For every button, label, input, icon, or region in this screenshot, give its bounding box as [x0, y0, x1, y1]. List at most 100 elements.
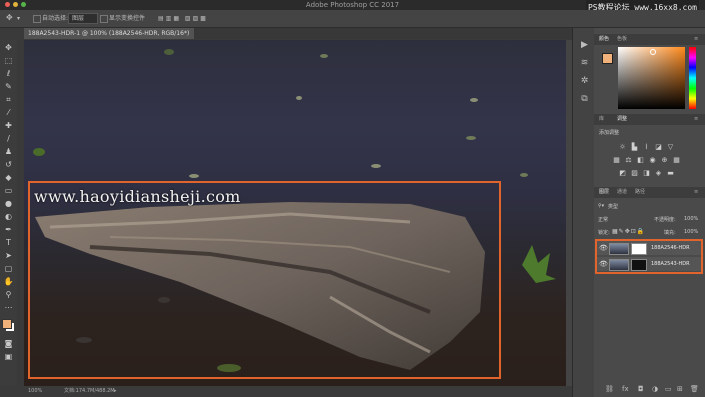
- brightness-icon[interactable]: ☼: [618, 143, 627, 151]
- type-icon[interactable]: T: [2, 237, 15, 248]
- panel-foreground-swatch[interactable]: [602, 53, 613, 64]
- history-brush-icon[interactable]: ↺: [2, 159, 15, 170]
- leaf-debris: [296, 96, 302, 100]
- posterize-icon[interactable]: ▨: [630, 169, 639, 177]
- dropdown-arrow-icon[interactable]: ▾: [17, 14, 20, 23]
- show-transform-label: 显示变换控件: [109, 15, 146, 22]
- threshold-icon[interactable]: ◨: [642, 169, 651, 177]
- marquee-icon[interactable]: ⬚: [2, 55, 15, 66]
- document-info: 文档:174.7M/488.2M: [64, 388, 115, 394]
- opacity-value[interactable]: 100%: [684, 216, 698, 222]
- eyedropper-icon[interactable]: ⁄: [2, 107, 15, 118]
- quick-mask-icon[interactable]: ◙: [2, 338, 15, 349]
- hue-sat-icon[interactable]: ▦: [612, 156, 621, 164]
- healing-icon[interactable]: ✚: [2, 120, 15, 131]
- foreground-color-swatch[interactable]: [2, 319, 12, 329]
- lasso-icon[interactable]: ℓ: [2, 68, 15, 79]
- fill-label: 填充:: [664, 230, 676, 236]
- clone-source-icon[interactable]: ⧉: [579, 94, 590, 105]
- kind-filter[interactable]: 类型: [608, 203, 618, 210]
- curves-icon[interactable]: ⌇: [642, 143, 651, 151]
- panel-menu-icon[interactable]: ≡: [694, 187, 698, 198]
- shape-icon[interactable]: ▢: [2, 263, 15, 274]
- new-layer-icon[interactable]: ⊞: [677, 385, 683, 393]
- gradient-map-icon[interactable]: ▬: [666, 169, 675, 177]
- add-mask-icon[interactable]: ◘: [638, 385, 644, 393]
- panel-menu-icon[interactable]: ≡: [694, 34, 698, 45]
- link-layers-icon[interactable]: ⛓: [605, 385, 614, 393]
- green-plant: [522, 245, 556, 283]
- zoom-icon[interactable]: ⚲: [2, 289, 15, 300]
- kind-filter-icon[interactable]: ⚲▾: [598, 203, 604, 209]
- tab-channels[interactable]: 通道: [617, 187, 627, 198]
- auto-select-dropdown[interactable]: 图层: [68, 13, 98, 24]
- leaf-debris: [320, 54, 328, 58]
- properties-icon[interactable]: ✲: [579, 76, 590, 87]
- lock-icons[interactable]: ▦✎✥⊡🔒: [612, 228, 645, 235]
- opacity-label: 不透明度:: [654, 217, 676, 223]
- layers-highlight-box: [595, 239, 703, 274]
- new-group-icon[interactable]: ▭: [665, 385, 672, 393]
- canvas-watermark: www.haoyidiansheji.com: [34, 187, 241, 206]
- leaf-debris: [466, 136, 476, 140]
- leaf-debris: [189, 174, 199, 178]
- more-tools-icon[interactable]: ⋯: [2, 302, 15, 313]
- tab-color[interactable]: 颜色: [599, 34, 609, 45]
- selective-color-icon[interactable]: ◈: [654, 169, 663, 177]
- auto-select-checkbox[interactable]: [33, 15, 41, 23]
- brush-icon[interactable]: /: [2, 133, 15, 144]
- tab-adjustments[interactable]: 调整: [617, 114, 627, 125]
- path-select-icon[interactable]: ➤: [2, 250, 15, 261]
- align-buttons[interactable]: ▤▥▦ ▧▨▩: [158, 14, 208, 23]
- hand-icon[interactable]: ✋: [2, 276, 15, 287]
- panel-menu-icon[interactable]: ≡: [694, 114, 698, 125]
- plant-sprout: [33, 148, 45, 156]
- selection-highlight-box: [28, 181, 501, 379]
- channel-mixer-icon[interactable]: ⊕: [660, 156, 669, 164]
- brush-settings-icon[interactable]: ≋: [579, 58, 590, 69]
- screen-mode-icon[interactable]: ▣: [2, 351, 15, 362]
- invert-icon[interactable]: ◩: [618, 169, 627, 177]
- color-balance-icon[interactable]: ⚖: [624, 156, 633, 164]
- add-adjustment-title: 添加调整: [599, 130, 620, 136]
- status-arrow-icon[interactable]: ▸: [114, 386, 117, 397]
- layers-panel-tabs: 图层 通道 路径 ≡: [594, 187, 705, 198]
- picker-cursor[interactable]: [650, 49, 656, 55]
- move-icon[interactable]: ✥: [2, 42, 15, 53]
- crop-icon[interactable]: ⌗: [2, 94, 15, 105]
- status-bar: 100% 文档:174.7M/488.2M ▸: [24, 386, 572, 397]
- gradient-icon[interactable]: ▭: [2, 185, 15, 196]
- lock-label: 锁定:: [598, 230, 610, 236]
- exposure-icon[interactable]: ◪: [654, 143, 663, 151]
- adjustment-layer-icon[interactable]: ◑: [652, 385, 658, 393]
- levels-icon[interactable]: ▙: [630, 143, 639, 151]
- blend-mode-select[interactable]: 正常: [598, 216, 608, 223]
- fill-value[interactable]: 100%: [684, 229, 698, 235]
- layer-style-icon[interactable]: fx: [622, 385, 629, 393]
- zoom-level[interactable]: 100%: [28, 386, 42, 397]
- history-panel-icon[interactable]: ▶: [579, 40, 590, 51]
- stamp-icon[interactable]: ♟: [2, 146, 15, 157]
- move-tool-preset-icon[interactable]: ✥: [6, 13, 13, 22]
- photo-filter-icon[interactable]: ◉: [648, 156, 657, 164]
- color-lookup-icon[interactable]: ▦: [672, 156, 681, 164]
- document-tab[interactable]: 188A2543-HDR-1 @ 100% (188A2546-HDR, RGB…: [24, 28, 194, 48]
- tab-layers[interactable]: 图层: [599, 187, 609, 198]
- color-picker-field[interactable]: [618, 47, 685, 109]
- leaf-debris: [470, 98, 478, 102]
- delete-layer-icon[interactable]: 🗑: [690, 385, 699, 393]
- pen-icon[interactable]: ✒: [2, 224, 15, 235]
- quick-select-icon[interactable]: ✎: [2, 81, 15, 92]
- tab-paths[interactable]: 路径: [635, 187, 645, 198]
- blur-icon[interactable]: ●: [2, 198, 15, 209]
- options-bar: ✥ ▾ 自动选择: 图层 显示变换控件 ▤▥▦ ▧▨▩: [0, 10, 705, 28]
- dodge-icon[interactable]: ◐: [2, 211, 15, 222]
- hue-slider[interactable]: [689, 47, 696, 109]
- tab-libraries[interactable]: 库: [599, 114, 604, 125]
- show-transform-checkbox[interactable]: [100, 15, 108, 23]
- black-white-icon[interactable]: ◧: [636, 156, 645, 164]
- eraser-icon[interactable]: ◆: [2, 172, 15, 183]
- leaf-debris: [520, 173, 528, 177]
- vibrance-icon[interactable]: ▽: [666, 143, 675, 151]
- tab-swatches[interactable]: 色板: [617, 34, 627, 45]
